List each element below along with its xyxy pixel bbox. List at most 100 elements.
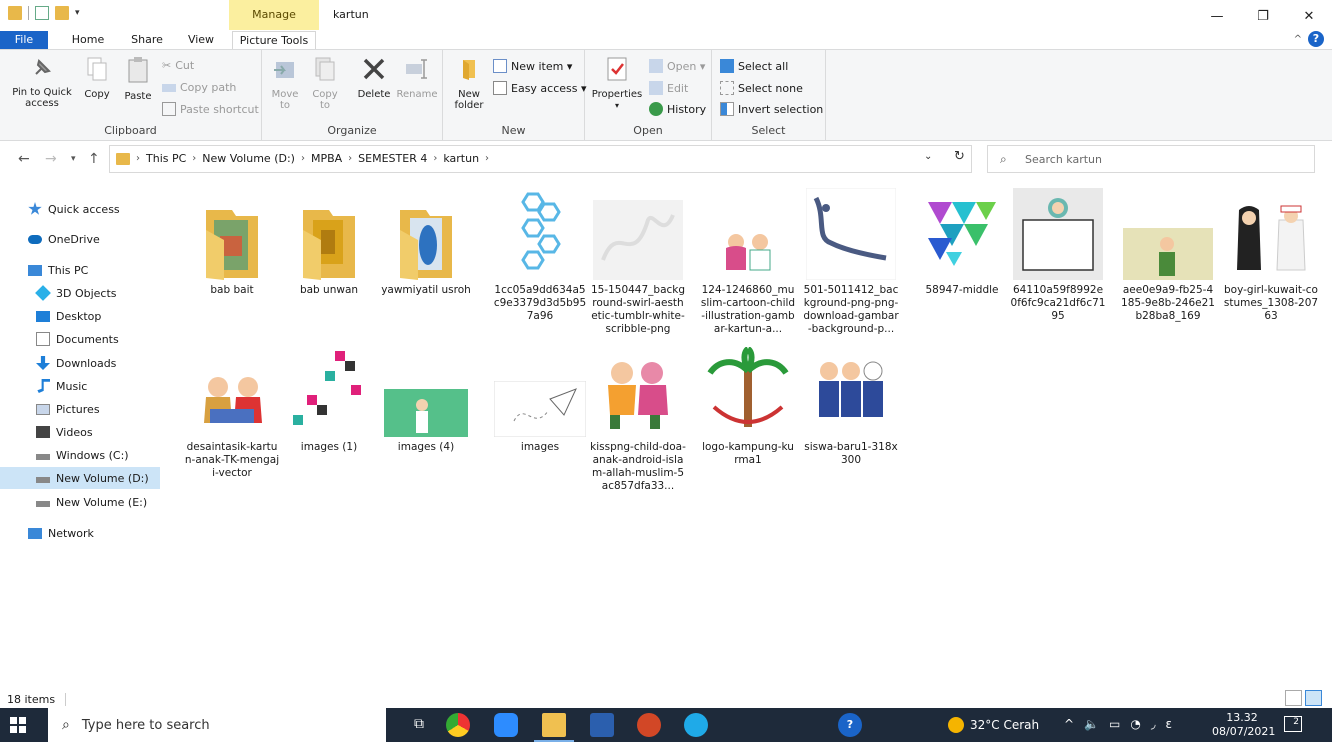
- new-folder-button[interactable]: New folder: [449, 54, 489, 111]
- image-file-item[interactable]: kisspng-child-doa-anak-android-islam-all…: [588, 345, 688, 493]
- folder-item[interactable]: bab bait: [182, 188, 282, 297]
- wifi-icon[interactable]: ◞: [1151, 717, 1156, 731]
- image-file-item[interactable]: aee0e9a9-fb25-4185-9e8b-246e21b28ba8_169: [1118, 188, 1218, 323]
- edge-icon[interactable]: [684, 713, 708, 737]
- taskbar-search-box[interactable]: ⌕ Type here to search: [48, 708, 386, 742]
- copy-to-button[interactable]: Copy to: [308, 54, 342, 111]
- customize-qat-icon[interactable]: ▾: [75, 8, 80, 18]
- back-arrow-icon[interactable]: ←: [18, 151, 30, 167]
- windows-start-icon[interactable]: [10, 717, 26, 733]
- folder-item[interactable]: bab unwan: [279, 188, 379, 297]
- zoom-icon[interactable]: [494, 713, 518, 737]
- breadcrumb-kartun[interactable]: kartun: [443, 152, 479, 165]
- breadcrumb-mpba[interactable]: MPBA: [311, 152, 342, 165]
- easy-access-button[interactable]: Easy access ▾: [493, 81, 587, 95]
- sidebar-item[interactable]: Network: [0, 522, 160, 544]
- address-bar[interactable]: › This PC › New Volume (D:) › MPBA › SEM…: [109, 145, 972, 173]
- paste-button[interactable]: Paste: [120, 54, 156, 102]
- sidebar-item[interactable]: Downloads: [0, 352, 160, 374]
- image-file-item[interactable]: boy-girl-kuwait-costumes_1308-20763: [1221, 188, 1321, 323]
- sidebar-item[interactable]: New Volume (D:): [0, 467, 160, 489]
- volume-icon[interactable]: 🔈: [1084, 717, 1099, 731]
- large-icons-view-icon[interactable]: [1305, 690, 1322, 706]
- search-input[interactable]: Search kartun: [1025, 153, 1102, 166]
- image-file-item[interactable]: 1cc05a9dd634a5c9e3379d3d5b957a96: [490, 188, 590, 323]
- sidebar-item[interactable]: Desktop: [0, 305, 160, 327]
- breadcrumb-semester-4[interactable]: SEMESTER 4: [358, 152, 427, 165]
- new-item-button[interactable]: New item ▾: [493, 59, 572, 73]
- sidebar-item[interactable]: Music: [0, 375, 160, 397]
- minimize-button[interactable]: —: [1194, 2, 1240, 30]
- battery-icon[interactable]: ▭: [1109, 717, 1120, 731]
- pin-to-quick-access-button[interactable]: Pin to Quick access: [6, 54, 78, 109]
- tab-home[interactable]: Home: [63, 31, 113, 49]
- clock[interactable]: 13.32 08/07/2021: [1212, 711, 1275, 739]
- sidebar-item[interactable]: OneDrive: [0, 228, 160, 250]
- powerpoint-icon[interactable]: [637, 713, 661, 737]
- help-icon[interactable]: ?: [1308, 31, 1324, 47]
- invert-selection-button[interactable]: Invert selection: [720, 102, 823, 116]
- tab-file[interactable]: File: [0, 31, 48, 49]
- show-hidden-icons-icon[interactable]: ^: [1064, 717, 1074, 731]
- image-file-item[interactable]: 58947-middle: [912, 188, 1012, 297]
- chrome-icon[interactable]: [446, 713, 470, 737]
- delete-button[interactable]: Delete: [354, 54, 394, 100]
- rename-button[interactable]: Rename: [396, 54, 438, 100]
- cut-button[interactable]: ✂ Cut: [162, 59, 194, 72]
- chevron-right-icon[interactable]: ›: [433, 153, 437, 164]
- up-arrow-icon[interactable]: ↑: [88, 151, 100, 167]
- image-file-item[interactable]: 501-5011412_background-png-png-download-…: [801, 188, 901, 336]
- maximize-button[interactable]: ❐: [1240, 2, 1286, 30]
- image-file-item[interactable]: 15-150447_background-swirl-aesthetic-tum…: [588, 188, 688, 336]
- language-indicator[interactable]: ε: [1166, 717, 1173, 731]
- recent-locations-icon[interactable]: ▾: [71, 154, 76, 164]
- sidebar-item[interactable]: This PC: [0, 259, 160, 281]
- move-to-button[interactable]: Move to: [268, 54, 302, 111]
- details-view-icon[interactable]: [1285, 690, 1302, 706]
- properties-button[interactable]: Properties ▾: [589, 54, 645, 111]
- chevron-right-icon[interactable]: ›: [301, 153, 305, 164]
- sidebar-item[interactable]: New Volume (E:): [0, 491, 160, 513]
- chevron-right-icon[interactable]: ›: [136, 153, 140, 164]
- copy-path-button[interactable]: Copy path: [162, 81, 236, 94]
- paste-shortcut-button[interactable]: Paste shortcut: [162, 102, 259, 116]
- address-dropdown-icon[interactable]: ⌄: [924, 151, 932, 162]
- edit-button[interactable]: Edit: [649, 81, 688, 95]
- image-file-item[interactable]: logo-kampung-kurma1: [698, 345, 798, 467]
- tab-view[interactable]: View: [180, 31, 222, 49]
- sidebar-item[interactable]: Videos: [0, 421, 160, 443]
- network-tray-icon[interactable]: ◔: [1130, 717, 1140, 731]
- chevron-right-icon[interactable]: ›: [192, 153, 196, 164]
- image-file-item[interactable]: 64110a59f8992e0f6fc9ca21df6c7195: [1008, 188, 1108, 323]
- task-view-icon[interactable]: ⧉: [414, 716, 424, 732]
- image-file-item[interactable]: siswa-baru1-318x300: [801, 345, 901, 467]
- select-none-button[interactable]: Select none: [720, 81, 803, 95]
- copy-button[interactable]: Copy: [82, 54, 112, 100]
- tab-picture-tools[interactable]: Picture Tools: [232, 31, 316, 49]
- image-file-item[interactable]: images (1): [279, 345, 379, 454]
- image-file-item[interactable]: images: [490, 345, 590, 454]
- breadcrumb-new-volume-d[interactable]: New Volume (D:): [202, 152, 295, 165]
- sidebar-item[interactable]: Quick access: [0, 198, 160, 220]
- history-button[interactable]: History: [649, 102, 706, 116]
- sidebar-item[interactable]: Windows (C:): [0, 444, 160, 466]
- word-icon[interactable]: [590, 713, 614, 737]
- notification-icon[interactable]: 2: [1284, 716, 1302, 732]
- help-app-icon[interactable]: ?: [838, 713, 862, 737]
- close-button[interactable]: ✕: [1286, 2, 1332, 30]
- forward-arrow-icon[interactable]: →: [45, 151, 57, 167]
- chevron-right-icon[interactable]: ›: [348, 153, 352, 164]
- image-file-item[interactable]: 124-1246860_muslim-cartoon-child-illustr…: [698, 188, 798, 336]
- properties-check-icon[interactable]: [35, 6, 49, 20]
- collapse-ribbon-icon[interactable]: ^: [1294, 34, 1302, 45]
- breadcrumb-this-pc[interactable]: This PC: [146, 152, 186, 165]
- folder-item[interactable]: yawmiyatil usroh: [376, 188, 476, 297]
- sidebar-item[interactable]: Pictures: [0, 398, 160, 420]
- sidebar-item[interactable]: 3D Objects: [0, 282, 160, 304]
- search-box[interactable]: ⌕ Search kartun: [987, 145, 1315, 173]
- tab-share[interactable]: Share: [124, 31, 170, 49]
- new-folder-icon[interactable]: [55, 6, 69, 20]
- image-file-item[interactable]: images (4): [376, 345, 476, 454]
- select-all-button[interactable]: Select all: [720, 59, 788, 73]
- refresh-icon[interactable]: ↻: [954, 149, 965, 164]
